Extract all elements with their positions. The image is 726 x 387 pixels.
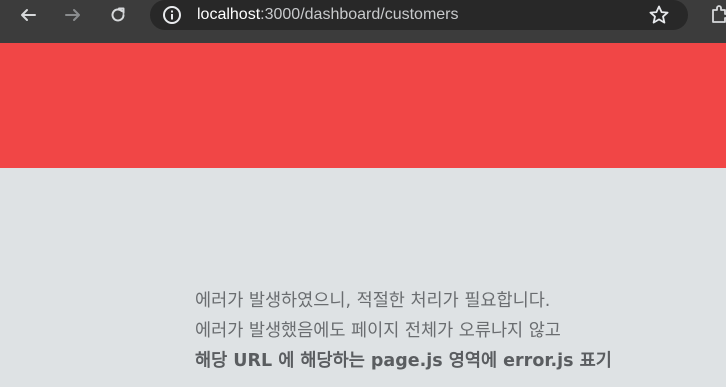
url-path: :3000/dashboard/customers [260,6,459,23]
back-button[interactable] [14,4,42,26]
error-banner [0,43,726,168]
message-line-1: 에러가 발생하였으니, 적절한 처리가 필요합니다. [195,291,551,311]
error-message: 에러가 발생하였으니, 적절한 처리가 필요합니다. 에러가 발생했음에도 페이… [195,286,715,376]
puzzle-icon [712,5,726,23]
message-line-3: 해당 URL 에 해당하는 page.js 영역에 error.js 표기 [195,351,612,371]
arrow-left-icon [21,9,36,21]
arrow-right-icon [65,9,80,21]
url-host: localhost [197,6,261,23]
forward-button[interactable] [59,4,87,26]
reload-button[interactable] [104,4,132,26]
star-icon[interactable] [648,4,670,26]
reload-icon [111,7,125,22]
info-icon[interactable] [162,5,182,25]
browser-toolbar: localhost:3000/dashboard/customers [0,0,726,43]
url-text[interactable]: localhost:3000/dashboard/customers [197,5,459,25]
message-line-2: 에러가 발생했음에도 페이지 전체가 오류나지 않고 [195,321,561,341]
extensions-button[interactable] [709,4,726,26]
address-bar[interactable]: localhost:3000/dashboard/customers [150,0,688,30]
